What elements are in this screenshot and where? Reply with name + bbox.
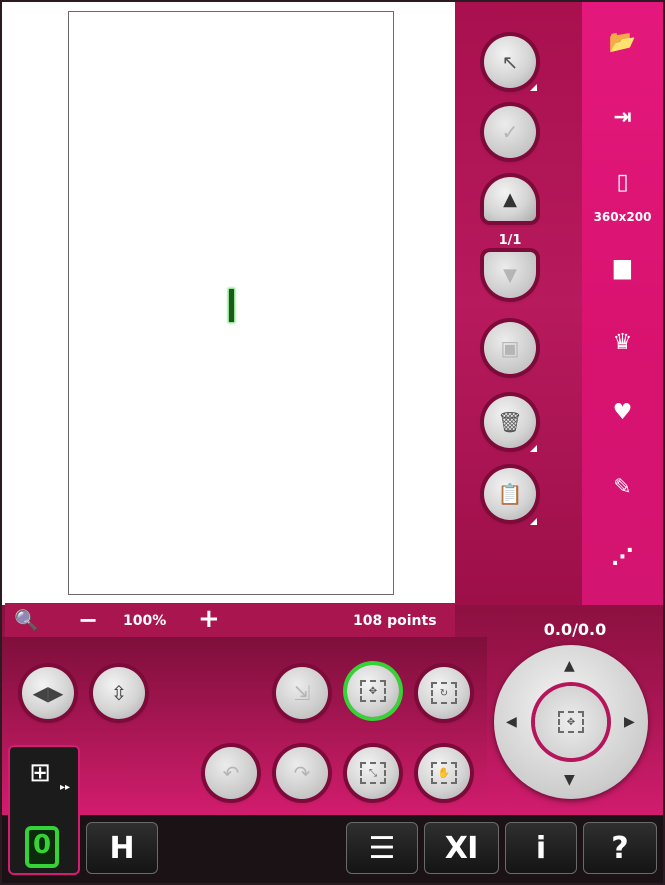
settings-button[interactable]: Ⅺ: [424, 822, 499, 874]
rotate-icon: ↻: [431, 682, 457, 704]
list-menu-icon: ☰: [368, 830, 396, 866]
move-to-hoop-button[interactable]: ⇲: [276, 667, 328, 719]
embroidery-hoop-icon[interactable]: ⊞: [25, 758, 55, 792]
info-icon: i: [535, 830, 547, 866]
mode-digit: 0: [32, 830, 52, 860]
hoop-size-label: 360x200: [593, 210, 652, 224]
mirror-horizontal-icon: ◀▶: [32, 681, 64, 705]
menu-button[interactable]: ☰: [346, 822, 418, 874]
redo-button[interactable]: ↷: [276, 747, 328, 799]
pager-label: 1/1: [498, 233, 522, 248]
delete-button[interactable]: 🗑: [484, 396, 536, 448]
undo-icon: ↶: [222, 761, 240, 785]
coordinate-readout: 0.0/0.0: [543, 620, 607, 639]
dial-center-button[interactable]: ✥: [535, 686, 607, 758]
right-toolbar: [582, 2, 663, 605]
more-indicator: [530, 84, 537, 91]
layer-button[interactable]: ▣: [484, 322, 536, 374]
pan-hand-icon: ✋: [431, 762, 457, 784]
page-down-icon: ▼: [503, 264, 517, 286]
paste-icon: 📋: [497, 482, 523, 506]
more-indicator: [530, 445, 537, 452]
layer-icon: ▣: [500, 336, 520, 360]
zoom-value: 100%: [123, 613, 167, 629]
zoom-in-button[interactable]: +: [198, 604, 220, 634]
thread-spool-icon[interactable]: ▆: [582, 255, 663, 280]
stitch-points-count: 108 points: [353, 613, 437, 629]
zoom-out-button[interactable]: −: [78, 606, 98, 634]
help-button[interactable]: ?: [583, 822, 657, 874]
presser-foot-icon: H: [109, 830, 135, 866]
pan-hand-button[interactable]: ✋: [418, 747, 470, 799]
help-icon: ?: [611, 830, 629, 866]
move-to-hoop-icon: ⇲: [293, 681, 311, 705]
stitch-cursor: [229, 289, 234, 322]
heart-stitch-icon[interactable]: ♥: [582, 400, 663, 425]
redo-icon: ↷: [293, 761, 311, 785]
move-icon: ✥: [360, 680, 386, 702]
arrow-right-icon[interactable]: ▶: [624, 714, 635, 730]
mirror-vertical-button[interactable]: ⇳: [93, 667, 145, 719]
arrow-down-icon[interactable]: ▼: [564, 772, 575, 788]
undo-button[interactable]: ↶: [205, 747, 257, 799]
tools-icon: Ⅺ: [444, 830, 479, 866]
select-pointer-icon: ↖: [501, 50, 519, 74]
select-button[interactable]: ↖: [484, 36, 536, 88]
resize-button[interactable]: ⤡: [347, 747, 399, 799]
mirror-horizontal-button[interactable]: ◀▶: [22, 667, 74, 719]
mirror-vertical-icon: ⇳: [110, 681, 128, 705]
more-indicator: [530, 518, 537, 525]
edit-check-icon: ✓: [501, 120, 519, 144]
center-stitch-icon[interactable]: ⇥: [582, 105, 663, 130]
arrow-up-icon[interactable]: ▲: [564, 658, 575, 674]
zoom-tool-icon[interactable]: 🔍: [14, 608, 44, 632]
expand-arrow-icon: ▸▸: [60, 782, 71, 793]
edit-stitch-icon[interactable]: ⋰: [582, 545, 663, 570]
rotate-button[interactable]: ↻: [418, 667, 470, 719]
arrow-left-icon[interactable]: ◀: [506, 714, 517, 730]
trash-icon: 🗑: [497, 410, 523, 434]
move-button[interactable]: ✥: [347, 665, 399, 717]
paste-button[interactable]: 📋: [484, 468, 536, 520]
crown-shape-icon[interactable]: ♛: [582, 330, 663, 355]
page-up-icon: ▲: [503, 188, 517, 210]
page-up-button[interactable]: ▲: [484, 177, 536, 221]
folder-load-icon[interactable]: 📂: [582, 30, 663, 55]
info-button[interactable]: i: [505, 822, 577, 874]
presser-foot-button[interactable]: H: [86, 822, 158, 874]
resize-icon: ⤡: [360, 762, 386, 784]
hoop-icon[interactable]: ▯: [582, 170, 663, 195]
abc-stitch-icon[interactable]: ✎: [582, 475, 663, 500]
edit-check-button[interactable]: ✓: [484, 106, 536, 158]
center-move-icon: ✥: [558, 711, 584, 733]
